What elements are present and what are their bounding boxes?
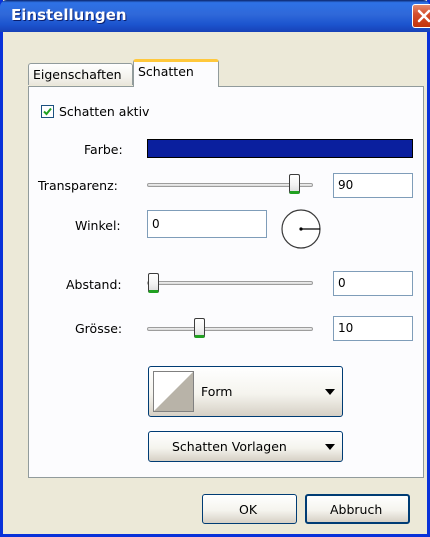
- shadow-enabled-label: Schatten aktiv: [59, 104, 150, 119]
- chevron-down-icon: [325, 389, 335, 395]
- transparency-slider-thumb[interactable]: [289, 174, 300, 194]
- angle-dial[interactable]: [280, 208, 322, 250]
- close-icon: [417, 9, 430, 23]
- size-label: Grösse:: [75, 321, 123, 336]
- transparency-label: Transparenz:: [38, 178, 118, 193]
- distance-slider-thumb[interactable]: [148, 273, 159, 293]
- form-dropdown-button[interactable]: Form: [148, 366, 343, 417]
- ok-label: OK: [239, 502, 258, 517]
- presets-label: Schatten Vorlagen: [172, 439, 287, 454]
- transparency-input[interactable]: 90: [333, 173, 413, 198]
- size-input[interactable]: 10: [333, 316, 413, 341]
- shadow-form-icon: [153, 371, 194, 412]
- size-slider-track[interactable]: [147, 327, 313, 331]
- cancel-label: Abbruch: [330, 502, 383, 517]
- form-label: Form: [201, 384, 233, 399]
- distance-slider-track[interactable]: [147, 281, 313, 285]
- angle-input[interactable]: 0: [147, 210, 267, 238]
- close-button[interactable]: [412, 4, 430, 28]
- size-slider-thumb[interactable]: [194, 318, 205, 338]
- shadow-presets-button[interactable]: Schatten Vorlagen: [148, 431, 343, 462]
- angle-label: Winkel:: [75, 218, 121, 233]
- chevron-down-icon: [325, 444, 335, 450]
- cancel-button[interactable]: Abbruch: [305, 494, 410, 524]
- checkmark-icon: [43, 107, 52, 116]
- distance-label: Abstand:: [66, 277, 122, 292]
- distance-input[interactable]: 0: [333, 271, 413, 296]
- settings-dialog: Einstellungen Eigenschaften Schatten Sch…: [0, 0, 430, 537]
- shadow-enabled-checkbox[interactable]: [41, 105, 54, 118]
- window-title: Einstellungen: [11, 6, 127, 24]
- title-bar[interactable]: Einstellungen: [0, 0, 430, 32]
- shadow-panel: Schatten aktiv Farbe: Transparenz: 90 Wi…: [28, 86, 424, 478]
- tab-eigenschaften[interactable]: Eigenschaften: [28, 63, 133, 85]
- ok-button[interactable]: OK: [202, 494, 297, 524]
- color-label: Farbe:: [84, 142, 123, 157]
- color-swatch[interactable]: [147, 139, 413, 158]
- tab-schatten[interactable]: Schatten: [133, 59, 219, 87]
